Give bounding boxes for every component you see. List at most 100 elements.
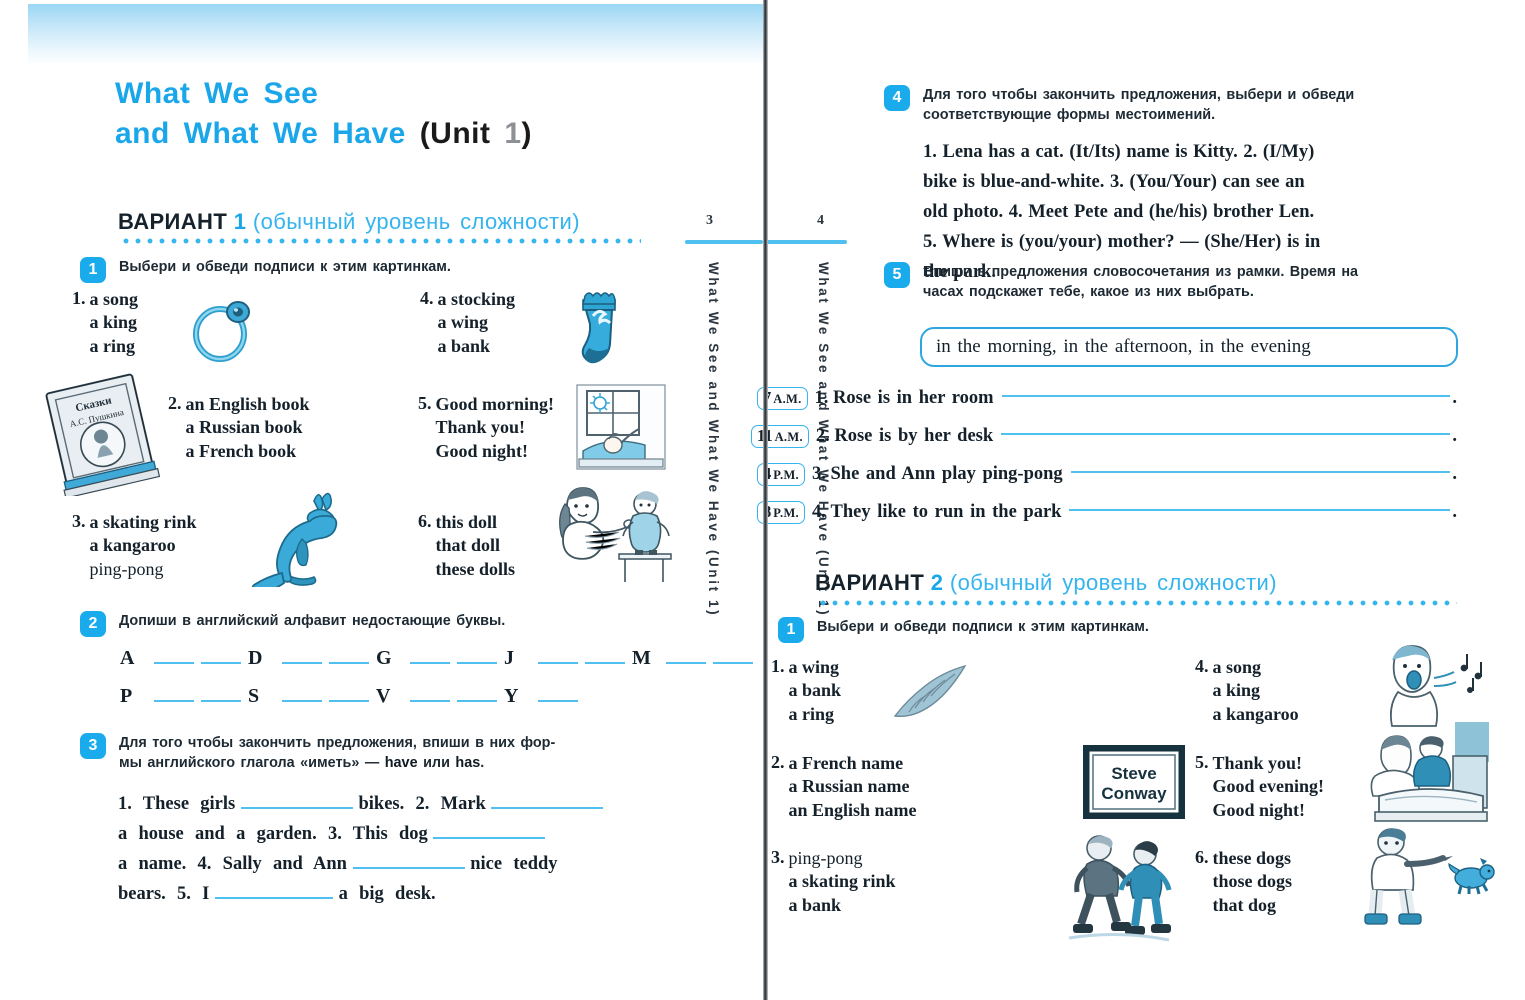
variant-subtitle: (обычный уровень сложности) <box>252 209 580 234</box>
exercise-3: 3 Для того чтобы закончить предложения, … <box>80 733 652 774</box>
ex4-line[interactable]: bike is blue-and-white. 3. (You/Your) ca… <box>923 168 1463 198</box>
fill-blank[interactable] <box>1070 471 1451 474</box>
item-number: 4. <box>420 288 434 308</box>
alphabet-row-2[interactable]: P S V Y <box>120 685 585 708</box>
option-label[interactable]: a French book <box>186 441 297 461</box>
variant-word: ВАРИАНТ <box>815 570 925 595</box>
alphabet-blank[interactable] <box>154 700 194 702</box>
option-label[interactable]: a French name <box>789 753 904 773</box>
option-label[interactable]: a kangaroo <box>90 535 176 555</box>
fill-blank[interactable] <box>1069 509 1451 512</box>
alphabet-blank[interactable] <box>585 662 625 664</box>
option-label[interactable]: those dogs <box>1213 871 1293 891</box>
option-label[interactable]: a king <box>1213 680 1261 700</box>
ex4-line[interactable]: old photo. 4. Meet Pete and (he/his) bro… <box>923 198 1463 228</box>
right-page: 4 What We See and What We Have (Unit 1) … <box>751 0 1525 1000</box>
option-label[interactable]: ping-pong <box>90 559 164 579</box>
alphabet-blank[interactable] <box>410 700 450 702</box>
option-label[interactable]: Good night! <box>1213 800 1306 820</box>
option-label[interactable]: Good morning! <box>436 394 555 414</box>
time-meridiem: A.M. <box>773 392 802 406</box>
v2-item-6: 6. these dogs those dogs that dog <box>1195 847 1292 917</box>
variant-number: 1 <box>233 209 247 234</box>
option-label[interactable]: a ring <box>90 336 136 356</box>
option-label[interactable]: Good evening! <box>1213 776 1325 796</box>
dotted-divider-right <box>817 600 1457 606</box>
fill-blank[interactable] <box>491 791 604 809</box>
option-label[interactable]: a stocking <box>438 289 516 309</box>
alphabet-blank[interactable] <box>282 662 322 664</box>
option-label[interactable]: Good night! <box>436 441 529 461</box>
ex4-line[interactable]: 5. Where is (you/your) mother? — (She/He… <box>923 228 1463 258</box>
option-label[interactable]: ping-pong <box>789 848 863 868</box>
option-label[interactable]: a king <box>90 312 138 332</box>
fill-blank[interactable] <box>1001 433 1451 436</box>
ex3-line-2: a house and a garden. 3. This dog <box>118 820 646 850</box>
ex3-text: nice teddy <box>470 853 558 874</box>
morning-window-illustration <box>573 381 669 473</box>
option-label[interactable]: a song <box>1213 657 1262 677</box>
option-label[interactable]: a skating rink <box>789 871 896 891</box>
option-label[interactable]: a bank <box>789 895 842 915</box>
ex4-line[interactable]: 1. Lena has a cat. (It/Its) name is Kitt… <box>923 138 1463 168</box>
alphabet-blank[interactable] <box>201 700 241 702</box>
alphabet-row-1[interactable]: A D G J M <box>120 647 760 670</box>
top-gradient-band <box>28 4 765 66</box>
option-label[interactable]: Thank you! <box>436 417 526 437</box>
option-label[interactable]: a skating rink <box>90 512 197 532</box>
alphabet-blank[interactable] <box>538 700 578 702</box>
ex3-line-3: a name. 4. Sally and Ann nice teddy <box>118 850 646 880</box>
alphabet-blank[interactable] <box>329 700 369 702</box>
alphabet-blank[interactable] <box>282 700 322 702</box>
option-label[interactable]: an English name <box>789 800 917 820</box>
alphabet-blank[interactable] <box>538 662 578 664</box>
ex3-text: bikes. 2. Mark <box>358 794 486 814</box>
option-label[interactable]: a wing <box>438 312 489 332</box>
unit-paren-open: (Unit <box>419 116 491 150</box>
item-number: 1. <box>72 288 86 308</box>
option-label[interactable]: a bank <box>789 680 842 700</box>
alphabet-blank[interactable] <box>666 662 706 664</box>
stocking-illustration <box>565 286 635 378</box>
option-label[interactable]: a wing <box>789 657 840 677</box>
v2-item-5: 5. Thank you! Good evening! Good night! <box>1195 752 1324 822</box>
sentence-number: 3. <box>812 464 826 485</box>
option-label[interactable]: a bank <box>438 336 491 356</box>
option-label[interactable]: Thank you! <box>1213 753 1303 773</box>
option-label[interactable]: a Russian name <box>789 776 910 796</box>
unit-title-line2: and What We Have <box>115 116 406 150</box>
ex1-item-5: 5. Good morning! Thank you! Good night! <box>418 393 554 463</box>
alphabet-letter: A <box>120 647 135 669</box>
alphabet-blank[interactable] <box>154 662 194 664</box>
ex3-text: a name. 4. Sally and Ann <box>118 853 347 874</box>
fill-blank[interactable] <box>215 880 333 899</box>
fill-blank[interactable] <box>240 791 353 809</box>
fill-blank[interactable] <box>352 850 465 869</box>
option-label[interactable]: a ring <box>789 704 835 724</box>
option-label[interactable]: a kangaroo <box>1213 704 1299 724</box>
nameplate-line1: Steve <box>1111 764 1156 783</box>
alphabet-blank[interactable] <box>457 662 497 664</box>
alphabet-blank[interactable] <box>457 700 497 702</box>
option-label[interactable]: this doll <box>436 512 498 532</box>
option-label[interactable]: these dolls <box>436 559 516 579</box>
option-label[interactable]: a Russian book <box>186 417 303 437</box>
fill-blank[interactable] <box>433 820 546 839</box>
item-number: 2. <box>771 752 785 772</box>
unit-title-line1: What We See <box>115 77 319 110</box>
alphabet-blank[interactable] <box>713 662 753 664</box>
option-label[interactable]: that doll <box>436 535 501 555</box>
alphabet-blank[interactable] <box>201 662 241 664</box>
option-label[interactable]: a song <box>90 289 139 309</box>
alphabet-blank[interactable] <box>410 662 450 664</box>
option-label[interactable]: these dogs <box>1213 848 1292 868</box>
nameplate-line2: Conway <box>1101 784 1167 803</box>
option-label[interactable]: that dog <box>1213 895 1277 915</box>
exercise-prompt: Для того чтобы закончить предложения, вп… <box>119 733 652 774</box>
alphabet-blank[interactable] <box>329 662 369 664</box>
period: . <box>1452 426 1457 447</box>
fill-blank[interactable] <box>1001 395 1451 398</box>
exercise-number-badge: 1 <box>778 617 804 643</box>
option-label[interactable]: an English book <box>186 394 310 414</box>
page-rule-right <box>765 240 847 244</box>
